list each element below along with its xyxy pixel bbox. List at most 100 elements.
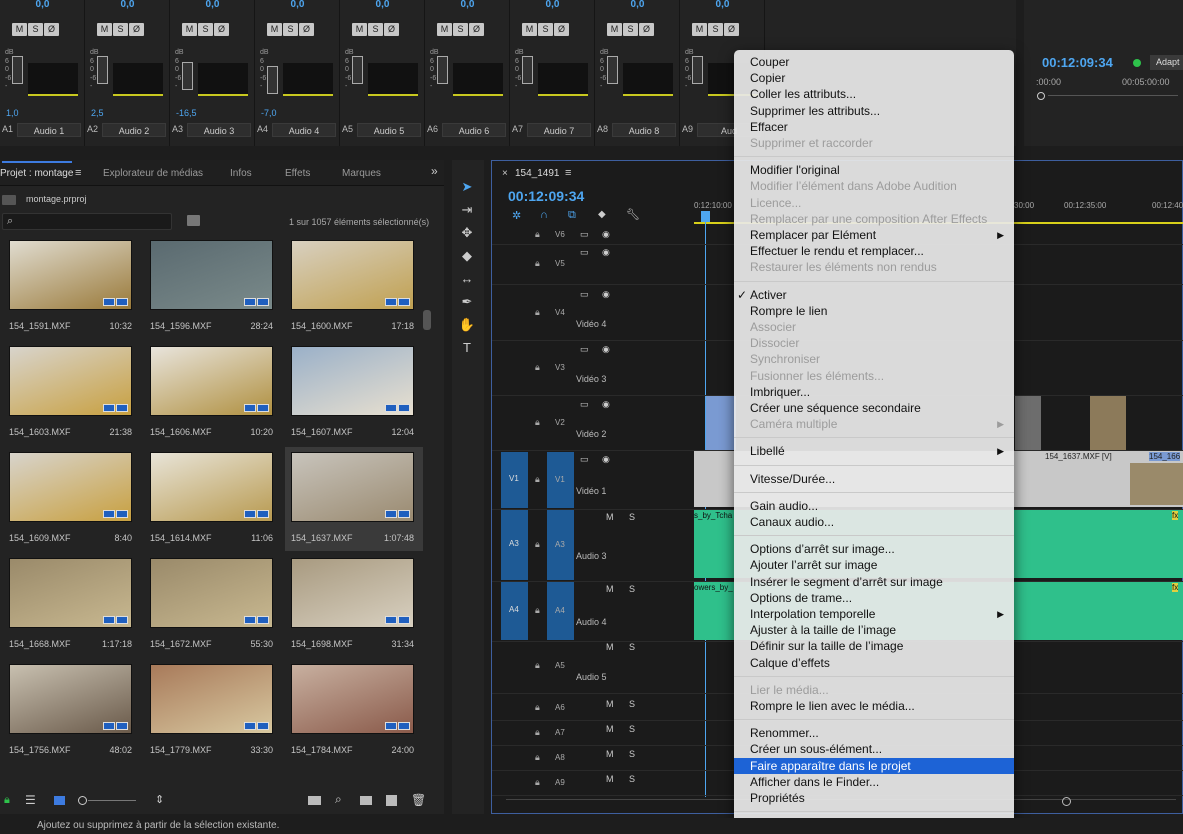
menu-item[interactable]: Couper: [734, 54, 1014, 70]
mute-button[interactable]: M: [267, 23, 282, 36]
menu-item[interactable]: Propriétés: [734, 790, 1014, 806]
track-header-v3[interactable]: 🔒︎ V3 ▭ ◉ Vidéo 3: [492, 342, 692, 394]
volume-fader[interactable]: [692, 56, 703, 84]
volume-fader[interactable]: [267, 66, 278, 94]
razor-tool-icon[interactable]: ◆: [458, 247, 476, 265]
tab-project[interactable]: Projet : montage: [0, 168, 73, 179]
mute-button[interactable]: M: [607, 23, 622, 36]
menu-item[interactable]: Renommer...: [734, 725, 1014, 741]
track-select-tool-icon[interactable]: ⇥: [458, 201, 476, 219]
track-lock-icon[interactable]: 🔒︎: [535, 229, 540, 240]
track-lock-icon[interactable]: 🔒︎: [535, 362, 540, 373]
menu-item[interactable]: Effectuer le rendu et remplacer...: [734, 243, 1014, 259]
menu-item[interactable]: Effacer: [734, 119, 1014, 135]
mute-button[interactable]: M: [522, 23, 537, 36]
mute-toggle[interactable]: M: [606, 584, 614, 594]
track-lock-icon[interactable]: 🔒︎: [535, 727, 540, 738]
menu-item[interactable]: Options d’arrêt sur image...: [734, 541, 1014, 557]
track-lock-icon[interactable]: 🔒︎: [535, 605, 540, 616]
solo-button[interactable]: S: [198, 23, 213, 36]
mute-button[interactable]: M: [692, 23, 707, 36]
record-button[interactable]: Ø: [299, 23, 314, 36]
solo-toggle[interactable]: S: [629, 774, 635, 784]
eye-icon[interactable]: ◉: [602, 454, 610, 465]
menu-item[interactable]: Imbriquer...: [734, 384, 1014, 400]
track-lock-icon[interactable]: 🔒︎: [535, 417, 540, 428]
ripple-edit-tool-icon[interactable]: ✥: [458, 224, 476, 242]
marker-icon[interactable]: ◆: [598, 209, 606, 220]
clip-thumbnail[interactable]: [291, 346, 414, 416]
track-output-icon[interactable]: ▭: [580, 344, 589, 355]
mute-button[interactable]: M: [437, 23, 452, 36]
channel-pan[interactable]: 0,0: [255, 0, 340, 10]
sort-icon[interactable]: ⇕: [155, 793, 164, 806]
eye-icon[interactable]: ◉: [602, 229, 610, 240]
clip-thumbnail[interactable]: [9, 558, 132, 628]
clip-thumbnail[interactable]: [150, 346, 273, 416]
playhead[interactable]: [701, 211, 710, 222]
channel-label[interactable]: Audio 5: [357, 123, 421, 137]
new-bin-button-icon[interactable]: [360, 796, 372, 805]
hand-tool-icon[interactable]: ✋: [458, 316, 476, 334]
menu-item[interactable]: Définir sur la taille de l’image: [734, 638, 1014, 654]
solo-button[interactable]: S: [708, 23, 723, 36]
record-button[interactable]: Ø: [724, 23, 739, 36]
track-header-v2[interactable]: 🔒︎ V2 ▭ ◉ Vidéo 2: [492, 397, 692, 449]
channel-pan[interactable]: 0,0: [340, 0, 425, 10]
solo-button[interactable]: S: [368, 23, 383, 36]
clip-thumbnail[interactable]: [291, 240, 414, 310]
track-lock-icon[interactable]: 🔒︎: [535, 307, 540, 318]
track-header-a4[interactable]: A4 🔒︎ A4 M S Audio 4: [492, 582, 692, 640]
solo-button[interactable]: S: [28, 23, 43, 36]
channel-pan[interactable]: 0,0: [170, 0, 255, 10]
mute-button[interactable]: M: [182, 23, 197, 36]
record-button[interactable]: Ø: [214, 23, 229, 36]
automate-icon[interactable]: [308, 796, 321, 805]
clip-thumbnail[interactable]: [291, 558, 414, 628]
volume-fader[interactable]: [522, 56, 533, 84]
track-header-v6[interactable]: 🔒︎ V6 ▭ ◉: [492, 227, 692, 243]
menu-item[interactable]: Options de trame...: [734, 590, 1014, 606]
track-output-icon[interactable]: ▭: [580, 454, 589, 465]
channel-pan[interactable]: 0,0: [85, 0, 170, 10]
channel-pan[interactable]: 0,0: [595, 0, 680, 10]
track-lock-icon[interactable]: 🔒︎: [535, 474, 540, 485]
channel-label[interactable]: Audio 4: [272, 123, 336, 137]
track-header-a6[interactable]: 🔒︎ A6 M S: [492, 697, 692, 719]
mute-button[interactable]: M: [12, 23, 27, 36]
wrench-icon[interactable]: 🔧︎: [626, 208, 640, 221]
menu-item[interactable]: Interpolation temporelle ▶: [734, 606, 1014, 622]
eye-icon[interactable]: ◉: [602, 399, 610, 410]
channel-volume[interactable]: 1,0: [6, 108, 19, 118]
channel-pan[interactable]: 0,0: [425, 0, 510, 10]
find-icon[interactable]: ⌕: [335, 792, 342, 807]
channel-pan[interactable]: 0,0: [510, 0, 595, 10]
linked-selection-icon[interactable]: ⧉: [568, 209, 576, 222]
menu-item[interactable]: Créer un sous-élément...: [734, 741, 1014, 757]
track-output-icon[interactable]: ▭: [580, 247, 589, 258]
menu-item[interactable]: Gain audio...: [734, 498, 1014, 514]
track-output-icon[interactable]: ▭: [580, 399, 589, 410]
more-tabs-icon[interactable]: »: [431, 164, 438, 178]
mute-toggle[interactable]: M: [606, 699, 614, 709]
record-button[interactable]: Ø: [554, 23, 569, 36]
mute-toggle[interactable]: M: [606, 749, 614, 759]
menu-item[interactable]: Insérer le segment d’arrêt sur image: [734, 574, 1014, 590]
volume-fader[interactable]: [352, 56, 363, 84]
track-lock-icon[interactable]: 🔒︎: [535, 702, 540, 713]
channel-pan[interactable]: 0,0: [680, 0, 765, 10]
track-lock-icon[interactable]: 🔒︎: [535, 258, 540, 269]
tab-menu-icon[interactable]: ≡: [75, 167, 81, 179]
menu-item[interactable]: Créer une séquence secondaire: [734, 400, 1014, 416]
channel-label[interactable]: Audio 8: [612, 123, 676, 137]
clip-v2-c[interactable]: [1090, 396, 1126, 450]
track-lock-icon[interactable]: 🔒︎: [535, 539, 540, 550]
menu-item[interactable]: Vitesse/Durée...: [734, 471, 1014, 487]
volume-fader[interactable]: [12, 56, 23, 84]
track-header-v4[interactable]: 🔒︎ V4 ▭ ◉ Vidéo 4: [492, 287, 692, 339]
solo-button[interactable]: S: [538, 23, 553, 36]
timeline-timecode[interactable]: 00:12:09:34: [508, 188, 584, 204]
channel-volume[interactable]: 2,5: [91, 108, 104, 118]
slip-tool-icon[interactable]: ↔: [458, 270, 476, 288]
record-button[interactable]: Ø: [469, 23, 484, 36]
